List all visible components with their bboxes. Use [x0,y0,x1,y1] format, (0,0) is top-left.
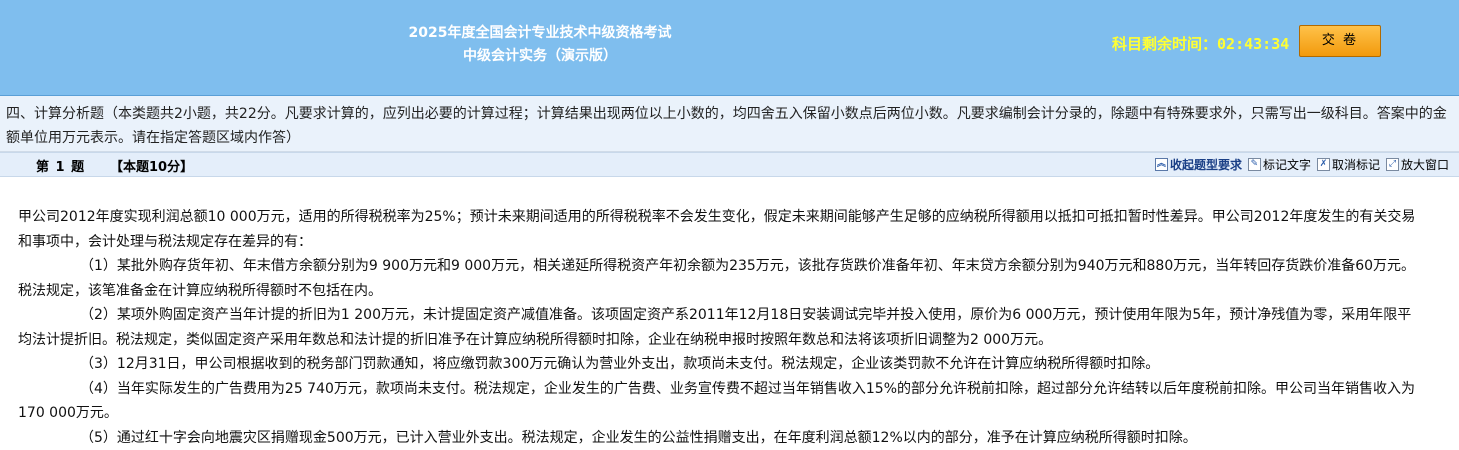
collapse-requirements-button[interactable]: ︽ 收起题型要求 [1155,156,1242,173]
exam-header: 2025年度全国会计专业技术中级资格考试 中级会计实务（演示版） 科目剩余时间：… [0,0,1459,96]
enlarge-window-button[interactable]: ⤢ 放大窗口 [1386,156,1449,173]
question-paragraph: （2）某项外购固定资产当年计提的折旧为1 200万元，未计提固定资产减值准备。该… [18,303,1419,352]
question-paragraph: （3）12月31日，甲公司根据收到的税务部门罚款通知，将应缴罚款300万元确认为… [18,352,1419,377]
question-paragraph: （4）当年实际发生的广告费用为25 740万元，款项尚未支付。税法规定，企业发生… [18,377,1419,426]
collapse-requirements-label: 收起题型要求 [1170,156,1242,173]
mark-text-label: 标记文字 [1263,156,1311,173]
question-score: 【本题10分】 [110,156,193,175]
pencil-icon: ✎ [1248,158,1261,171]
question-content: 甲公司2012年度实现利润总额10 000万元，适用的所得税税率为25%；预计未… [0,177,1459,450]
timer-value: 02:43:34 [1217,35,1289,53]
unmark-label: 取消标记 [1332,156,1380,173]
submit-exam-button[interactable]: 交 卷 [1299,25,1381,57]
unmark-button[interactable]: ✗ 取消标记 [1317,156,1380,173]
mark-text-button[interactable]: ✎ 标记文字 [1248,156,1311,173]
section-instructions: 四、计算分析题（本类题共2小题，共22分。凡要求计算的，应列出必要的计算过程；计… [0,96,1459,152]
timer-label: 科目剩余时间： [1112,35,1217,53]
expand-window-icon: ⤢ [1386,158,1399,171]
exam-title-block: 2025年度全国会计专业技术中级资格考试 中级会计实务（演示版） [380,22,700,68]
remaining-time: 科目剩余时间：02:43:34 [1112,33,1289,54]
enlarge-window-label: 放大窗口 [1401,156,1449,173]
question-bar: 第 1 题 【本题10分】 ︽ 收起题型要求 ✎ 标记文字 ✗ 取消标记 ⤢ 放… [0,152,1459,177]
eraser-icon: ✗ [1317,158,1330,171]
question-number: 第 1 题 [36,156,85,175]
question-tools: ︽ 收起题型要求 ✎ 标记文字 ✗ 取消标记 ⤢ 放大窗口 [1155,156,1449,173]
exam-subject: 中级会计实务（演示版） [380,45,700,68]
double-chevron-up-icon: ︽ [1155,158,1168,171]
question-paragraph: （1）某批外购存货年初、年末借方余额分别为9 900万元和9 000万元，相关递… [18,254,1419,303]
exam-title: 2025年度全国会计专业技术中级资格考试 [380,22,700,45]
question-paragraph: （5）通过红十字会向地震灾区捐赠现金500万元，已计入营业外支出。税法规定，企业… [18,426,1419,450]
question-paragraph: 甲公司2012年度实现利润总额10 000万元，适用的所得税税率为25%；预计未… [18,205,1419,254]
